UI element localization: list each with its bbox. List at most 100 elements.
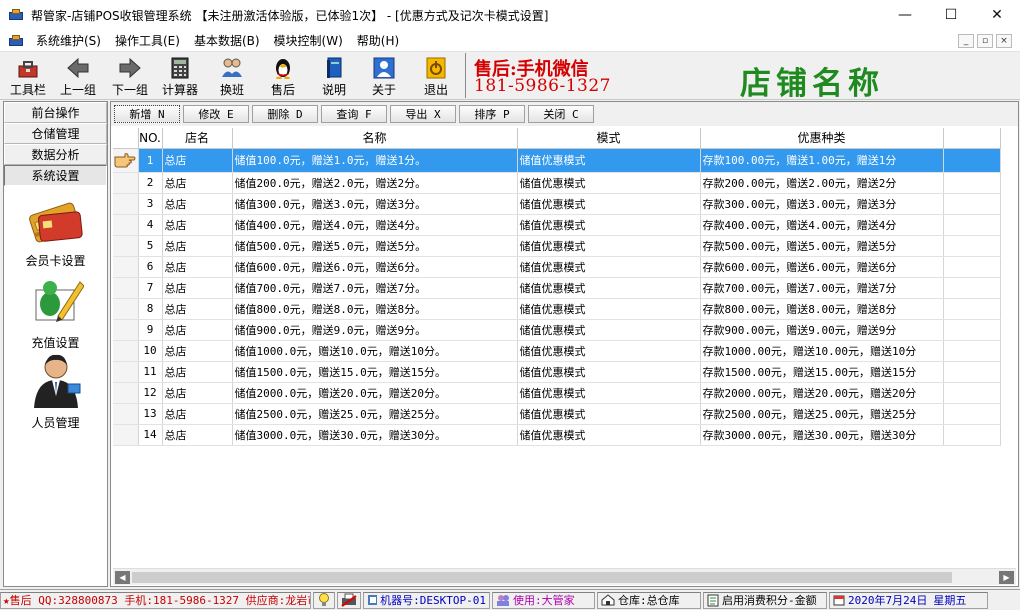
row-discount-type[interactable]: 存款200.00元，赠送2.00元，赠送2分	[700, 172, 944, 194]
table-row[interactable]: 14 总店 储值3000.0元，赠送30.0元，赠送30分。 储值优惠模式 存款3000…	[113, 424, 1001, 446]
row-no[interactable]: 4	[138, 214, 163, 236]
add-button[interactable]: 新增 N	[114, 105, 180, 123]
table-row[interactable]: 10 总店 储值1000.0元，赠送10.0元，赠送10分。 储值优惠模式 存款1000…	[113, 340, 1001, 362]
nav-item-member-card[interactable]: 会员卡设置	[4, 194, 107, 269]
row-no[interactable]: 8	[138, 298, 163, 320]
row-selector[interactable]	[113, 256, 139, 278]
toolbar-exit-button[interactable]: 退出	[414, 55, 458, 97]
row-shop[interactable]: 总店	[162, 172, 233, 194]
table-row[interactable]: 11 总店 储值1500.0元，赠送15.0元，赠送15分。 储值优惠模式 存款1500…	[113, 361, 1001, 383]
row-name[interactable]: 储值100.0元，赠送1.0元，赠送1分。	[232, 148, 518, 173]
row-pointer-hand-icon[interactable]	[113, 148, 139, 173]
table-row[interactable]: 3 总店 储值300.0元，赠送3.0元，赠送3分。 储值优惠模式 存款300.00元，…	[113, 193, 1001, 215]
row-no[interactable]: 3	[138, 193, 163, 215]
row-discount-type[interactable]: 存款600.00元，赠送6.00元，赠送6分	[700, 256, 944, 278]
row-discount-type[interactable]: 存款700.00元，赠送7.00元，赠送7分	[700, 277, 944, 299]
row-name[interactable]: 储值200.0元，赠送2.0元，赠送2分。	[232, 172, 518, 194]
toolbar-next-button[interactable]: 下一组	[108, 55, 152, 97]
header-discount-type[interactable]: 优惠种类	[700, 128, 944, 149]
row-discount-type[interactable]: 存款800.00元，赠送8.00元，赠送8分	[700, 298, 944, 320]
nav-item-recharge[interactable]: 充值设置	[4, 272, 107, 351]
row-shop[interactable]: 总店	[162, 193, 233, 215]
row-no[interactable]: 11	[138, 361, 163, 383]
row-no[interactable]: 14	[138, 424, 163, 446]
row-discount-type[interactable]: 存款2000.00元，赠送20.00元，赠送20分	[700, 382, 944, 404]
row-name[interactable]: 储值400.0元，赠送4.0元，赠送4分。	[232, 214, 518, 236]
row-selector[interactable]	[113, 319, 139, 341]
row-mode[interactable]: 储值优惠模式	[517, 256, 701, 278]
maximize-button[interactable]: ☐	[928, 0, 974, 30]
row-mode[interactable]: 储值优惠模式	[517, 214, 701, 236]
row-shop[interactable]: 总店	[162, 256, 233, 278]
row-mode[interactable]: 储值优惠模式	[517, 340, 701, 362]
row-discount-type[interactable]: 存款1500.00元，赠送15.00元，赠送15分	[700, 361, 944, 383]
row-no[interactable]: 13	[138, 403, 163, 425]
delete-button[interactable]: 删除 D	[252, 105, 318, 123]
menu-tools[interactable]: 操作工具(E)	[108, 32, 187, 49]
menu-system[interactable]: 系统维护(S)	[29, 32, 108, 49]
row-mode[interactable]: 储值优惠模式	[517, 298, 701, 320]
row-shop[interactable]: 总店	[162, 340, 233, 362]
row-mode[interactable]: 储值优惠模式	[517, 319, 701, 341]
row-name[interactable]: 储值2000.0元，赠送20.0元，赠送20分。	[232, 382, 518, 404]
row-name[interactable]: 储值500.0元，赠送5.0元，赠送5分。	[232, 235, 518, 257]
row-mode[interactable]: 储值优惠模式	[517, 382, 701, 404]
table-row[interactable]: 4 总店 储值400.0元，赠送4.0元，赠送4分。 储值优惠模式 存款400.00元，…	[113, 214, 1001, 236]
table-row[interactable]: 7 总店 储值700.0元，赠送7.0元，赠送7分。 储值优惠模式 存款700.00元，…	[113, 277, 1001, 299]
row-discount-type[interactable]: 存款500.00元，赠送5.00元，赠送5分	[700, 235, 944, 257]
sort-button[interactable]: 排序 P	[459, 105, 525, 123]
row-discount-type[interactable]: 存款400.00元，赠送4.00元，赠送4分	[700, 214, 944, 236]
toolbar-aftersales-button[interactable]: 售后	[261, 55, 305, 97]
row-name[interactable]: 储值600.0元，赠送6.0元，赠送6分。	[232, 256, 518, 278]
toolbar-prev-button[interactable]: 上一组	[56, 55, 100, 97]
row-no[interactable]: 1	[138, 148, 163, 173]
row-selector[interactable]	[113, 277, 139, 299]
menu-help[interactable]: 帮助(H)	[350, 32, 406, 49]
toolbar-shift-button[interactable]: 换班	[210, 55, 254, 97]
row-mode[interactable]: 储值优惠模式	[517, 361, 701, 383]
toolbar-help-button[interactable]: 说明	[312, 55, 356, 97]
mdi-minimize-button[interactable]: _	[958, 34, 974, 48]
row-selector[interactable]	[113, 214, 139, 236]
table-row[interactable]: 9 总店 储值900.0元，赠送9.0元，赠送9分。 储值优惠模式 存款900.00元，…	[113, 319, 1001, 341]
row-shop[interactable]: 总店	[162, 214, 233, 236]
row-no[interactable]: 10	[138, 340, 163, 362]
row-shop[interactable]: 总店	[162, 424, 233, 446]
row-name[interactable]: 储值1500.0元，赠送15.0元，赠送15分。	[232, 361, 518, 383]
row-name[interactable]: 储值2500.0元，赠送25.0元，赠送25分。	[232, 403, 518, 425]
header-name[interactable]: 名称	[232, 128, 518, 149]
row-no[interactable]: 7	[138, 277, 163, 299]
nav-tab-settings[interactable]: 系统设置	[4, 165, 107, 186]
minimize-button[interactable]: —	[882, 0, 928, 30]
row-name[interactable]: 储值3000.0元，赠送30.0元，赠送30分。	[232, 424, 518, 446]
table-row[interactable]: 1 总店 储值100.0元，赠送1.0元，赠送1分。 储值优惠模式 存款100.00元，…	[113, 148, 1001, 173]
row-selector[interactable]	[113, 235, 139, 257]
row-shop[interactable]: 总店	[162, 235, 233, 257]
row-mode[interactable]: 储值优惠模式	[517, 403, 701, 425]
menu-basic-data[interactable]: 基本数据(B)	[187, 32, 267, 49]
row-mode[interactable]: 储值优惠模式	[517, 277, 701, 299]
row-selector[interactable]	[113, 382, 139, 404]
row-name[interactable]: 储值900.0元，赠送9.0元，赠送9分。	[232, 319, 518, 341]
row-discount-type[interactable]: 存款300.00元，赠送3.00元，赠送3分	[700, 193, 944, 215]
row-mode[interactable]: 储值优惠模式	[517, 424, 701, 446]
row-shop[interactable]: 总店	[162, 403, 233, 425]
data-grid[interactable]: NO. 店名 名称 模式 优惠种类 1 总店 储值100.0元，赠送1.0元，赠送1…	[113, 128, 1016, 568]
export-button[interactable]: 导出 X	[390, 105, 456, 123]
row-no[interactable]: 9	[138, 319, 163, 341]
nav-item-staff[interactable]: 人员管理	[4, 350, 107, 431]
mdi-close-button[interactable]: ×	[996, 34, 1012, 48]
row-no[interactable]: 6	[138, 256, 163, 278]
nav-tab-analysis[interactable]: 数据分析	[4, 144, 107, 165]
row-discount-type[interactable]: 存款1000.00元，赠送10.00元，赠送10分	[700, 340, 944, 362]
row-mode[interactable]: 储值优惠模式	[517, 148, 701, 173]
row-discount-type[interactable]: 存款2500.00元，赠送25.00元，赠送25分	[700, 403, 944, 425]
row-mode[interactable]: 储值优惠模式	[517, 193, 701, 215]
table-row[interactable]: 6 总店 储值600.0元，赠送6.0元，赠送6分。 储值优惠模式 存款600.00元，…	[113, 256, 1001, 278]
row-selector[interactable]	[113, 424, 139, 446]
row-no[interactable]: 5	[138, 235, 163, 257]
scroll-thumb[interactable]	[132, 572, 952, 583]
close-tab-button[interactable]: 关闭 C	[528, 105, 594, 123]
row-selector[interactable]	[113, 403, 139, 425]
row-selector[interactable]	[113, 172, 139, 194]
